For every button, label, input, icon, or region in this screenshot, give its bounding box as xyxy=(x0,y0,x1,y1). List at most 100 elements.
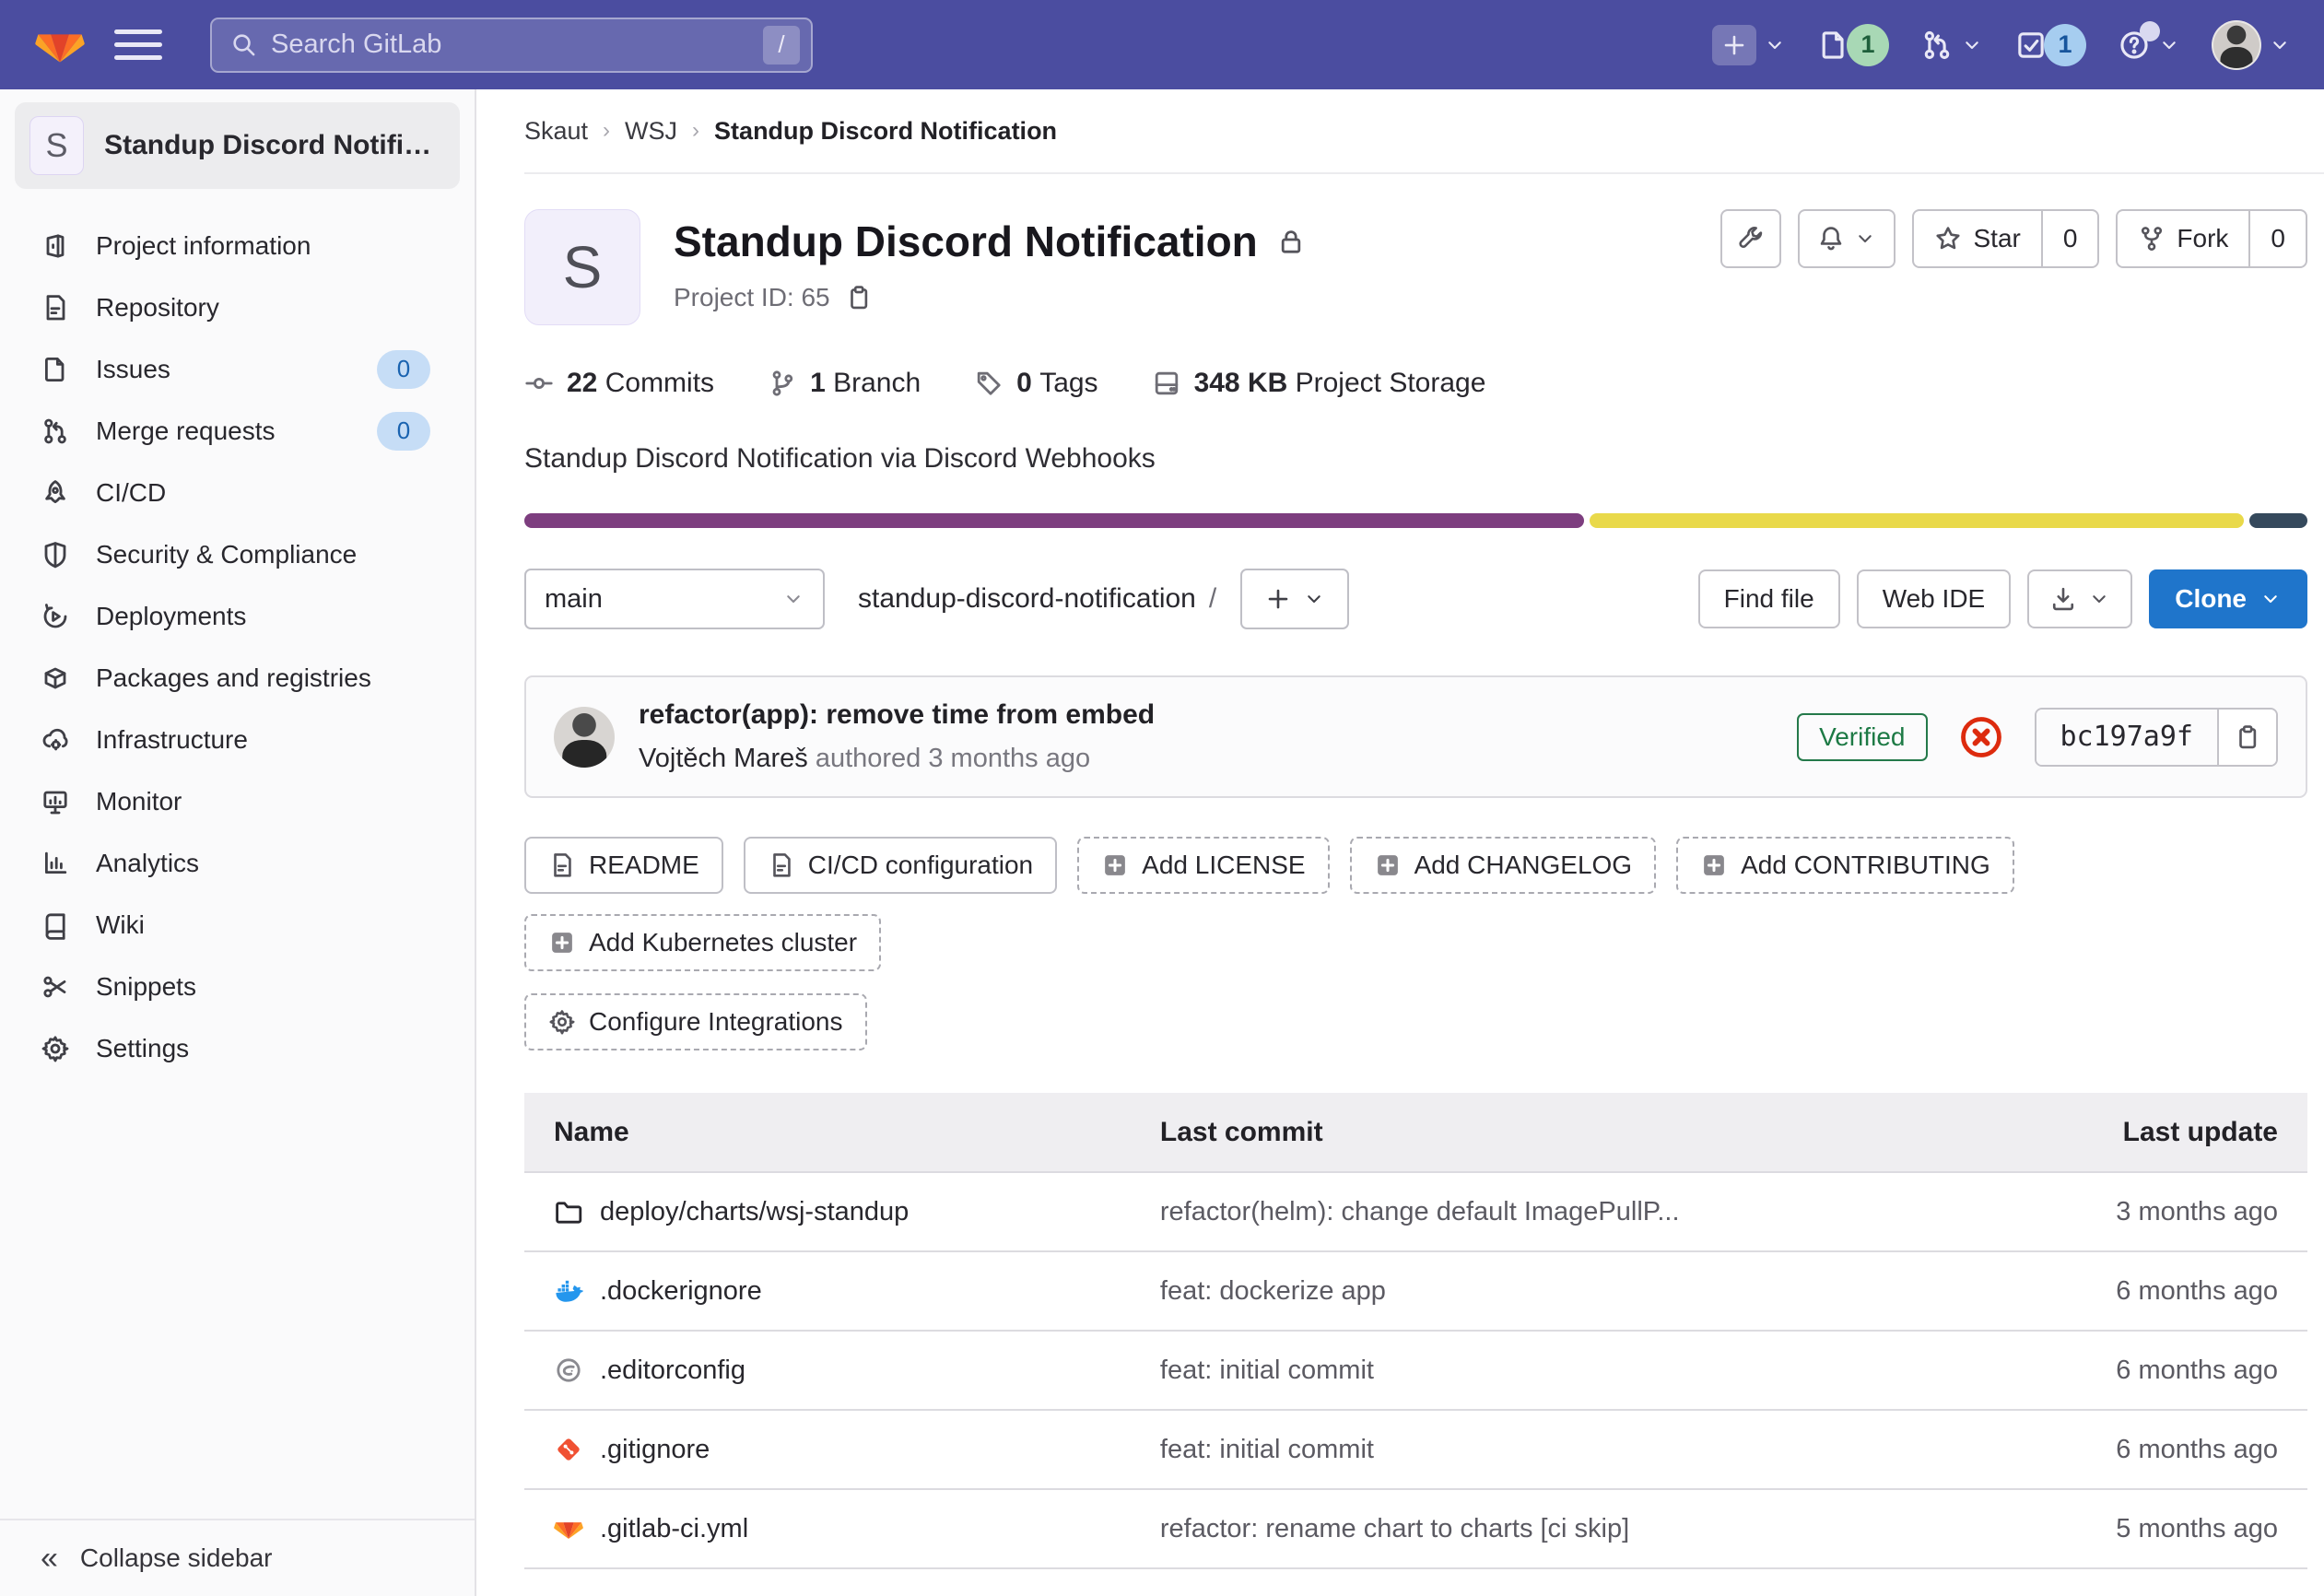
help-menu-button[interactable] xyxy=(2118,29,2180,62)
sidebar-item-settings[interactable]: Settings xyxy=(0,1017,475,1079)
notification-setting-button[interactable] xyxy=(1798,209,1896,268)
star-button-group: Star 0 xyxy=(1912,209,2099,268)
search-icon xyxy=(230,31,258,59)
language-bar[interactable] xyxy=(524,513,2307,528)
stat-branch[interactable]: 1 Branch xyxy=(768,368,921,399)
user-menu-button[interactable] xyxy=(2212,20,2291,70)
file-last-commit[interactable]: feat: dockerize app xyxy=(1131,1568,2031,1596)
file-link[interactable]: .dockerignore xyxy=(554,1276,1101,1307)
add-changelog-button[interactable]: Add CHANGELOG xyxy=(1350,837,1657,894)
commit-title-link[interactable]: refactor(app): remove time from embed xyxy=(639,699,1155,731)
sidebar-item-ci-cd[interactable]: CI/CD xyxy=(0,462,475,523)
sidebar-item-deployments[interactable]: Deployments xyxy=(0,585,475,647)
copy-sha-button[interactable] xyxy=(2217,710,2276,765)
lock-icon xyxy=(1276,227,1306,256)
gitlab-logo-icon[interactable] xyxy=(33,20,87,70)
project-settings-shortcut-button[interactable] xyxy=(1720,209,1781,268)
breadcrumb-project[interactable]: Standup Discord Notification xyxy=(714,117,1057,146)
stat-commits[interactable]: 22 Commits xyxy=(524,368,714,399)
search-placeholder: Search GitLab xyxy=(271,29,750,60)
star-button[interactable]: Star xyxy=(1914,211,2040,266)
configure-integrations-button[interactable]: Configure Integrations xyxy=(524,993,867,1050)
branch-selector[interactable]: main xyxy=(524,569,825,629)
add-contributing-button[interactable]: Add CONTRIBUTING xyxy=(1676,837,2014,894)
file-link[interactable]: .gitignore xyxy=(554,1435,1101,1465)
fork-count[interactable]: 0 xyxy=(2248,211,2306,266)
issues-icon xyxy=(41,355,70,384)
rocket-icon xyxy=(41,478,70,508)
add-file-dropdown-button[interactable] xyxy=(1240,569,1349,629)
file-last-update: 5 months ago xyxy=(2031,1489,2307,1568)
todos-button[interactable]: 1 xyxy=(2014,24,2086,66)
project-info-icon xyxy=(41,231,70,261)
sidebar-item-infrastructure[interactable]: Infrastructure xyxy=(0,709,475,770)
table-row: .gitignore feat: initial commit 6 months… xyxy=(524,1410,2307,1489)
repo-path[interactable]: standup-discord-notification xyxy=(858,583,1196,615)
add-kubernetes-cluster-button[interactable]: Add Kubernetes cluster xyxy=(524,914,881,971)
sidebar-item-repository[interactable]: Repository xyxy=(0,276,475,338)
file-link[interactable]: .gitlab-ci.yml xyxy=(554,1514,1101,1544)
breadcrumb-group[interactable]: Skaut xyxy=(524,117,588,146)
chevron-down-icon xyxy=(1854,228,1876,250)
copy-project-id-button[interactable] xyxy=(845,284,873,311)
breadcrumb-subgroup[interactable]: WSJ xyxy=(625,117,677,146)
file-last-commit[interactable]: refactor: rename chart to charts [ci ski… xyxy=(1131,1489,2031,1568)
sidebar-item-analytics[interactable]: Analytics xyxy=(0,832,475,894)
sidebar-item-merge-requests[interactable]: Merge requests 0 xyxy=(0,400,475,462)
file-last-commit[interactable]: feat: initial commit xyxy=(1131,1331,2031,1410)
chevron-down-icon xyxy=(2088,588,2110,610)
path-separator: / xyxy=(1209,583,1216,615)
commit-author-link[interactable]: Vojtěch Mareš xyxy=(639,744,808,773)
find-file-button[interactable]: Find file xyxy=(1698,569,1840,628)
file-link[interactable]: Dockerfile xyxy=(554,1593,1101,1596)
star-count[interactable]: 0 xyxy=(2041,211,2098,266)
web-ide-button[interactable]: Web IDE xyxy=(1857,569,2012,628)
collapse-sidebar-button[interactable]: « Collapse sidebar xyxy=(0,1519,475,1596)
clone-button[interactable]: Clone xyxy=(2149,569,2307,628)
sidebar-item-security-compliance[interactable]: Security & Compliance xyxy=(0,523,475,585)
editorconfig-icon xyxy=(554,1355,583,1385)
ci-cd-configuration-button[interactable]: CI/CD configuration xyxy=(744,837,1057,894)
plus-square-icon xyxy=(548,929,576,956)
stat-project-storage[interactable]: 348 KB Project Storage xyxy=(1152,368,1486,399)
file-link[interactable]: deploy/charts/wsj-standup xyxy=(554,1197,1101,1227)
sidebar-item-snippets[interactable]: Snippets xyxy=(0,956,475,1017)
package-icon xyxy=(41,663,70,693)
column-header-last-update[interactable]: Last update xyxy=(2031,1093,2307,1172)
download-source-button[interactable] xyxy=(2027,569,2132,628)
file-link[interactable]: .editorconfig xyxy=(554,1355,1101,1386)
sidebar-item-packages-and-registries[interactable]: Packages and registries xyxy=(0,647,475,709)
fork-button[interactable]: Fork xyxy=(2118,211,2248,266)
file-last-commit[interactable]: refactor(helm): change default ImagePull… xyxy=(1131,1172,2031,1251)
language-1-segment xyxy=(524,513,1584,528)
stat-tags[interactable]: 0 Tags xyxy=(974,368,1097,399)
verified-badge[interactable]: Verified xyxy=(1797,713,1927,761)
sidebar-item-project-information[interactable]: Project information xyxy=(0,215,475,276)
menu-hamburger-icon[interactable] xyxy=(114,25,162,65)
commit-sha[interactable]: bc197a9f xyxy=(2036,710,2218,765)
search-shortcut-key: / xyxy=(763,26,800,65)
add-license-button[interactable]: Add LICENSE xyxy=(1077,837,1329,894)
collapse-sidebar-label: Collapse sidebar xyxy=(80,1543,273,1573)
plus-square-icon xyxy=(1101,851,1129,879)
project-description: Standup Discord Notification via Discord… xyxy=(524,443,2307,475)
search-input[interactable]: Search GitLab / xyxy=(210,18,813,73)
readme-button[interactable]: README xyxy=(524,837,723,894)
file-last-commit[interactable]: feat: dockerize app xyxy=(1131,1251,2031,1331)
issues-dashboard-button[interactable]: 1 xyxy=(1817,24,1889,66)
chevron-down-icon xyxy=(2269,34,2291,56)
new-menu-button[interactable] xyxy=(1712,25,1786,65)
column-header-last-commit[interactable]: Last commit xyxy=(1131,1093,2031,1172)
sidebar-item-monitor[interactable]: Monitor xyxy=(0,770,475,832)
commit-author-avatar[interactable] xyxy=(554,707,615,768)
merge-requests-menu-button[interactable] xyxy=(1920,29,1983,62)
table-row: .dockerignore feat: dockerize app 6 mont… xyxy=(524,1251,2307,1331)
sidebar-project-header[interactable]: S Standup Discord Notificati... xyxy=(15,102,460,189)
column-header-name[interactable]: Name xyxy=(524,1093,1131,1172)
gear-icon xyxy=(548,1008,576,1036)
project-avatar: S xyxy=(29,116,84,175)
pipeline-failed-icon[interactable] xyxy=(1959,715,2003,759)
sidebar-item-wiki[interactable]: Wiki xyxy=(0,894,475,956)
file-last-commit[interactable]: feat: initial commit xyxy=(1131,1410,2031,1489)
sidebar-item-issues[interactable]: Issues 0 xyxy=(0,338,475,400)
